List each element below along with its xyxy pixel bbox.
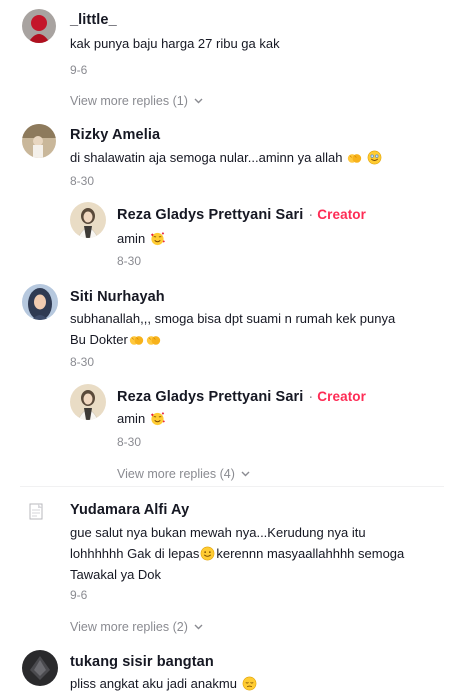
- comment-text-line: gue salut nya bukan mewah nya...Kerudung…: [70, 525, 366, 540]
- comment-date: 9-6: [70, 63, 88, 77]
- smiling-face-with-hearts-emoji-icon: [150, 412, 165, 426]
- creator-badge: Creator: [317, 389, 367, 404]
- comment-date: 8-30: [70, 355, 95, 369]
- comment-username[interactable]: Rizky Amelia: [70, 127, 160, 143]
- comment-text-content: pliss angkat aku jadi anakmu: [70, 676, 237, 691]
- clapping-hands-emoji-icon: [129, 336, 143, 345]
- view-more-replies-label: View more replies (4): [117, 467, 235, 481]
- reply-username[interactable]: Reza Gladys Prettyani Sari · Creator: [117, 389, 366, 405]
- separator-dot: ·: [308, 389, 314, 405]
- reply-text: amin: [117, 408, 165, 429]
- creator-avatar[interactable]: [70, 384, 106, 420]
- comment-text: di shalawatin aja semoga nular...aminn y…: [70, 147, 382, 168]
- reply-username[interactable]: Reza Gladys Prettyani Sari · Creator: [117, 207, 366, 223]
- comment-text: subhanallah,,, smoga bisa dpt suami n ru…: [70, 308, 450, 350]
- view-more-replies-label: View more replies (2): [70, 620, 188, 634]
- comment-username[interactable]: _little_: [70, 12, 117, 28]
- divider: [20, 486, 444, 487]
- comment-text-line: Bu Dokter: [70, 329, 450, 350]
- view-more-replies-button[interactable]: View more replies (4): [117, 467, 250, 481]
- avatar[interactable]: [22, 650, 58, 686]
- reply-date: 8-30: [117, 435, 142, 449]
- avatar[interactable]: [22, 498, 52, 528]
- comment-text-content: Bu Dokter: [70, 332, 128, 347]
- comment-text-line: subhanallah,,, smoga bisa dpt suami n ru…: [70, 311, 396, 326]
- view-more-replies-button[interactable]: View more replies (2): [70, 620, 203, 634]
- reply-text-content: amin: [117, 231, 146, 246]
- comment-username[interactable]: Siti Nurhayah: [70, 289, 165, 305]
- creator-avatar[interactable]: [70, 202, 106, 238]
- clapping-hands-emoji-icon: [347, 154, 362, 163]
- reply-username-label: Reza Gladys Prettyani Sari: [117, 207, 304, 223]
- comment-date: 9-6: [70, 588, 88, 602]
- smiling-face-with-hearts-emoji-icon: [150, 232, 165, 246]
- reply-text: amin: [117, 228, 165, 249]
- comment-date: 8-30: [70, 174, 95, 188]
- comment-text-content: kerennn masyaallahhhh semoga: [216, 546, 405, 561]
- comment-text: pliss angkat aku jadi anakmu: [70, 673, 257, 694]
- reply-date: 8-30: [117, 254, 142, 268]
- comment-text: kak punya baju harga 27 ribu ga kak: [70, 33, 280, 54]
- smiling-face-emoji-icon: [367, 150, 382, 165]
- view-more-replies-label: View more replies (1): [70, 94, 188, 108]
- reply-text-content: amin: [117, 411, 146, 426]
- chevron-down-icon: [194, 98, 203, 104]
- comment-username[interactable]: Yudamara Alfi Ay: [70, 502, 189, 518]
- avatar[interactable]: [22, 284, 58, 320]
- pensive-face-emoji-icon: [242, 676, 256, 691]
- comment-username[interactable]: tukang sisir bangtan: [70, 654, 214, 670]
- view-more-replies-button[interactable]: View more replies (1): [70, 94, 203, 108]
- avatar[interactable]: [22, 9, 56, 43]
- comment-text-content: lohhhhhh Gak di lepas: [70, 546, 200, 561]
- chevron-down-icon: [194, 624, 203, 630]
- clapping-hands-emoji-icon: [146, 336, 160, 345]
- comment-text-line: lohhhhhh Gak di lepas kerennn masyaallahh…: [70, 543, 450, 564]
- comment-text-line: Tawakal ya Dok: [70, 567, 162, 582]
- creator-badge: Creator: [317, 207, 367, 222]
- separator-dot: ·: [308, 207, 314, 223]
- comment-text: gue salut nya bukan mewah nya...Kerudung…: [70, 522, 450, 585]
- comment-text-content: di shalawatin aja semoga nular...aminn y…: [70, 150, 343, 165]
- avatar[interactable]: [22, 124, 56, 158]
- reply-username-label: Reza Gladys Prettyani Sari: [117, 389, 304, 405]
- smiling-face-emoji-icon: [201, 546, 215, 561]
- comment-text-content: kak punya baju harga 27 ribu ga kak: [70, 36, 280, 51]
- chevron-down-icon: [241, 471, 250, 477]
